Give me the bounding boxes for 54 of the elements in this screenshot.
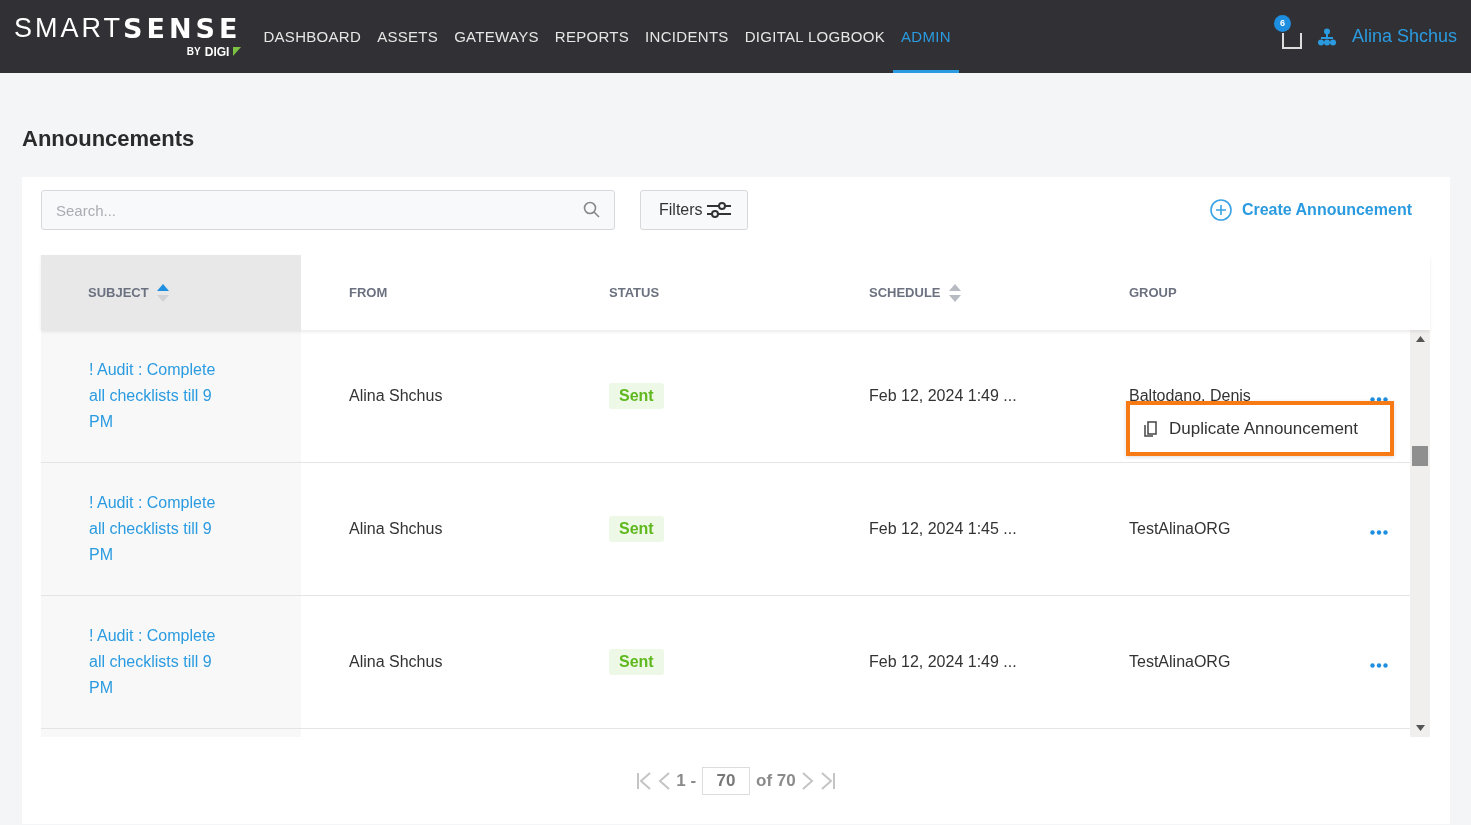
org-chart-icon[interactable] [1317,27,1336,46]
next-page-icon[interactable] [801,772,814,790]
column-header-text: GROUP [1129,285,1177,300]
nav-tab[interactable]: INCIDENTS [637,0,737,73]
column-header-text: SUBJECT [88,285,149,300]
previous-page-icon[interactable] [658,772,671,790]
page-input[interactable]: 70 [702,767,751,795]
logo-text: SMART [14,14,123,42]
table-cell-text: Alina Shchus [348,386,444,406]
table-cell: TestAlinaORG [1129,653,1231,671]
sort-icon[interactable] [156,283,169,302]
scrollbar[interactable] [1410,330,1430,737]
search-field[interactable]: Search... [41,190,615,230]
nav-tab[interactable]: REPORTS [546,0,638,73]
table-cell-text: Feb 12, 2024 1:49 ... [868,386,1018,406]
brand-text: DIGI [204,44,230,59]
table-cell-text: Alina Shchus [348,652,444,672]
scroll-up-icon[interactable] [1415,336,1425,342]
sort-icon[interactable] [948,283,961,302]
logo-mark-icon [233,47,242,56]
search-icon [583,201,600,218]
table-cell-text: Feb 12, 2024 1:49 ... [868,652,1018,672]
column-header-text: FROM [349,285,388,300]
column-header-text: SCHEDULE [869,285,941,300]
table-cell: TestAlinaORG [1129,520,1231,538]
page-title: Announcements [22,125,196,153]
scroll-down-icon[interactable] [1415,725,1425,731]
user-name-link[interactable]: Alina Shchus [1351,26,1457,47]
nav-tab[interactable]: ASSETS [369,0,447,73]
page-total-text: of 70 [756,771,796,791]
status-badge: Sent [609,649,664,675]
nav-tab[interactable]: DIGITAL LOGBOOK [736,0,894,73]
copy-icon [1144,420,1157,437]
filters-button[interactable]: Filters [640,190,748,230]
table-cell-text: Feb 12, 2024 1:45 ... [868,519,1018,539]
inbox-icon[interactable] [1281,32,1302,49]
logo-by-text: BY [186,46,201,57]
column-header-text: STATUS [609,285,660,300]
duplicate-menu-item[interactable]: Duplicate Announcement [1130,405,1390,452]
status-badge: Sent [609,383,664,409]
page-range-text: 1 - [676,771,697,791]
nav-tab[interactable]: DASHBOARD [255,0,370,73]
table-cell-text: Alina Shchus [348,519,444,539]
count-badge: 6 [1273,14,1291,32]
plus-circle-icon [1209,199,1232,221]
logo-text-bold: SENSE [123,14,242,42]
last-page-icon[interactable] [819,772,836,790]
status-badge: Sent [609,516,664,542]
first-page-icon[interactable] [636,772,653,790]
sliders-icon [706,201,731,219]
nav-tab[interactable]: ADMIN [893,0,959,73]
nav-tab[interactable]: GATEWAYS [446,0,547,73]
scroll-thumb[interactable] [1412,446,1428,466]
table-cell: Baltodano, Denis [1129,387,1251,405]
